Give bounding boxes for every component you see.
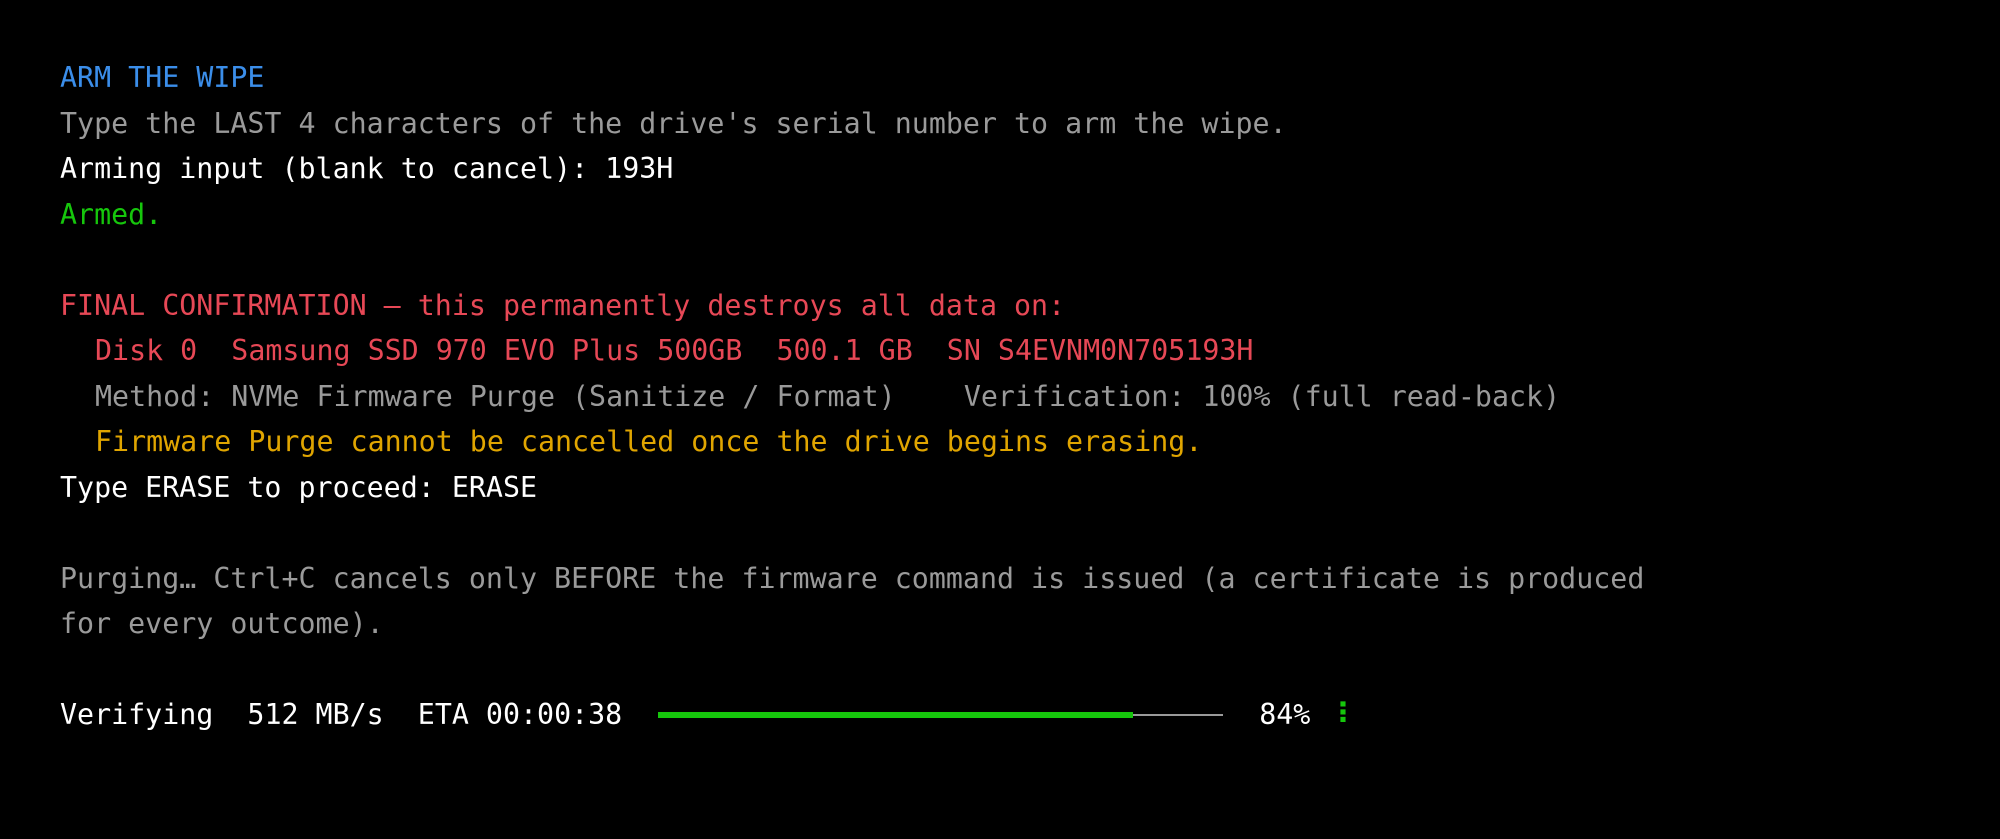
erase-prompt-line: Type ERASE to proceed: ERASE — [60, 465, 1960, 511]
erase-input[interactable]: ERASE — [452, 471, 537, 504]
progress-bar — [658, 707, 1224, 723]
arm-input[interactable]: 193H — [605, 152, 673, 185]
confirm-heading: FINAL CONFIRMATION — this permanently de… — [60, 288, 1066, 322]
arm-status: Armed. — [60, 197, 163, 231]
progress-line: Verifying 512 MB/s ETA 00:00:38 84% ⠸ — [60, 692, 1960, 738]
arm-prompt-label: Arming input (blank to cancel): — [60, 152, 606, 185]
arm-heading: ARM THE WIPE — [60, 61, 265, 94]
progress-eta: ETA 00:00:38 — [417, 698, 623, 732]
arm-instruction: Type the LAST 4 characters of the drive'… — [60, 106, 1287, 140]
disk-info-line: Disk 0 Samsung SSD 970 EVO Plus 500GB 50… — [95, 334, 1254, 367]
progress-phase: Verifying — [60, 698, 214, 732]
progress-gap — [213, 698, 247, 731]
arm-prompt-line: Arming input (blank to cancel): 193H — [60, 146, 1960, 192]
progress-bar-fill — [658, 711, 1133, 718]
progress-gap — [384, 698, 418, 731]
progress-percent: 84% — [1259, 698, 1311, 732]
spinner-icon: ⠸ — [1328, 698, 1350, 732]
purge-note-line1: Purging… Ctrl+C cancels only BEFORE the … — [60, 561, 1645, 595]
purge-note-line2: for every outcome). — [60, 607, 384, 640]
erase-prompt-label: Type ERASE to proceed: — [60, 470, 452, 504]
progress-speed: 512 MB/s — [247, 698, 384, 732]
method-line: Method: NVMe Firmware Purge (Sanitize / … — [95, 379, 1561, 413]
terminal-output: ARM THE WIPE Type the LAST 4 characters … — [60, 55, 1960, 738]
purge-warning: Firmware Purge cannot be cancelled once … — [95, 425, 1203, 458]
